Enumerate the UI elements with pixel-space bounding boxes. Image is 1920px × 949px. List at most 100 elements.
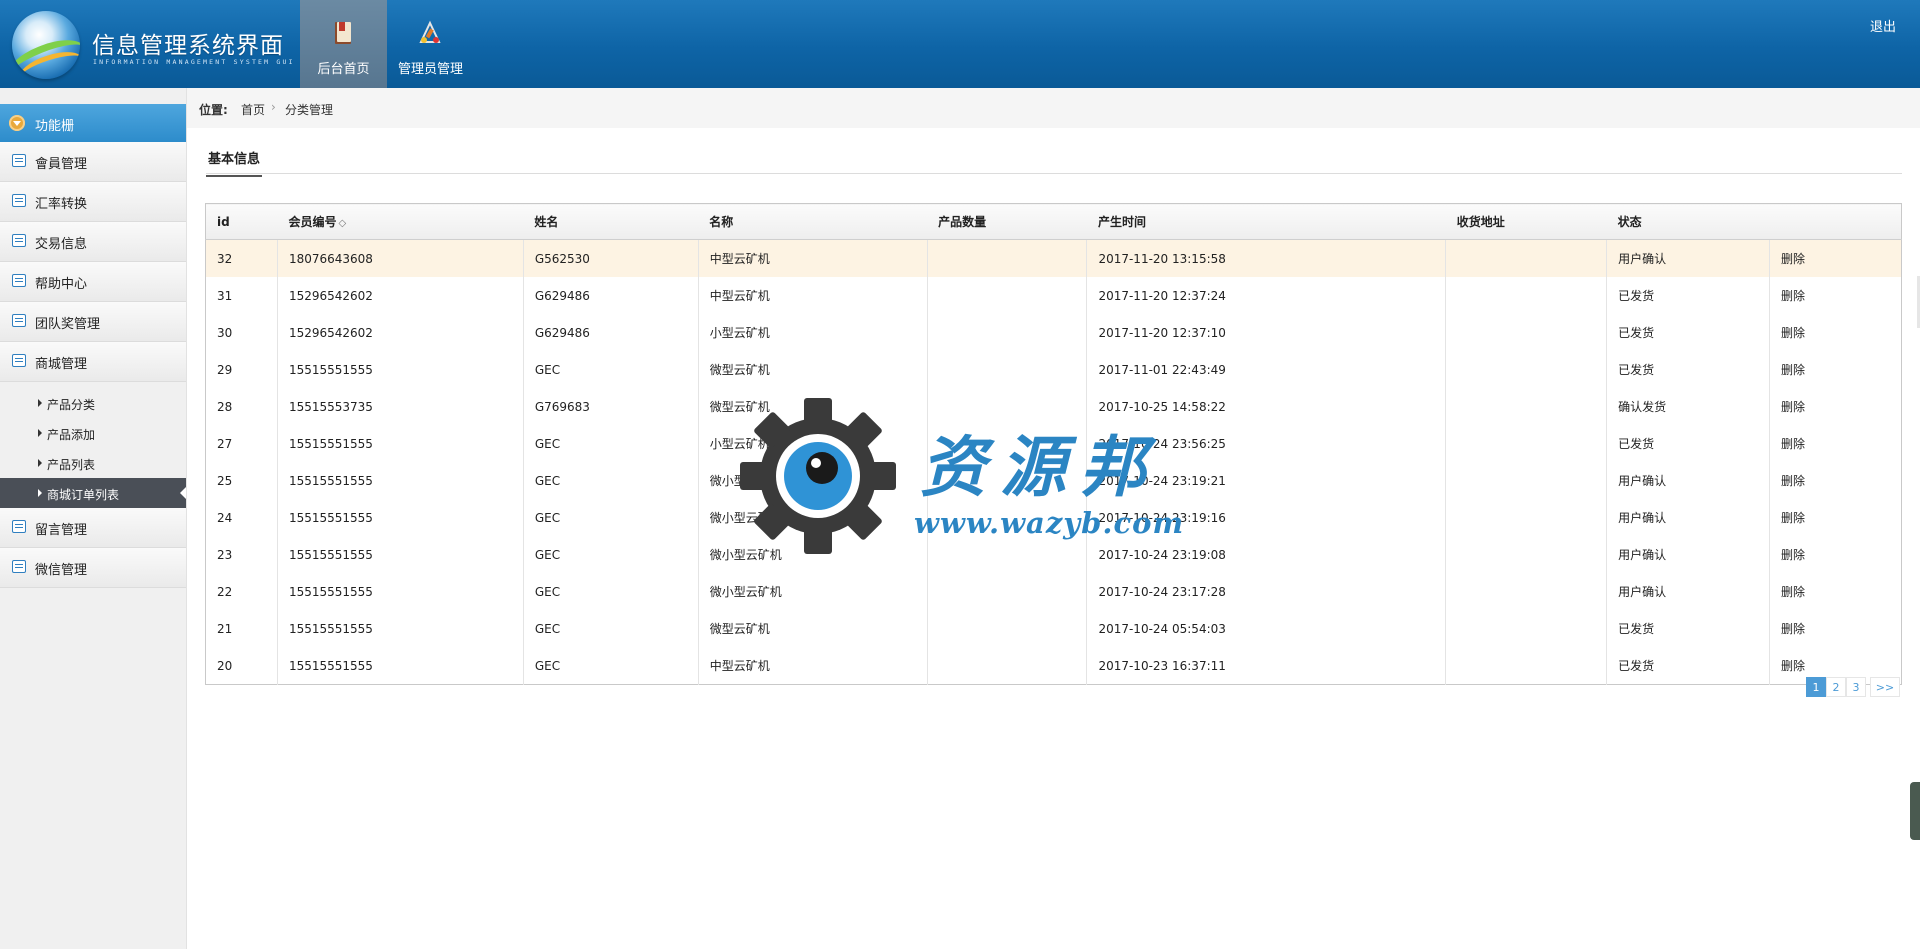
- table-row: 30 15296542602 G629486 小型云矿机 2017-11-20 12:3…: [206, 314, 1902, 351]
- table-row: 29 15515551555 GEC 微型云矿机 2017-11-01 22:43:49…: [206, 351, 1902, 388]
- cell-time: 2017-10-25 14:58:22: [1086, 388, 1446, 425]
- submenu-item-mall-orders[interactable]: 商城订单列表: [0, 478, 186, 508]
- cell-qty: [926, 573, 1087, 610]
- sidebar-item-transactions[interactable]: 交易信息: [0, 222, 186, 262]
- col-header-status: 状态: [1606, 203, 1770, 240]
- table-row: 23 15515551555 GEC 微小型云矿机 2017-10-24 23:19:0…: [206, 536, 1902, 573]
- topnav-home[interactable]: 后台首页: [300, 0, 387, 88]
- delete-link[interactable]: 删除: [1769, 277, 1902, 314]
- submenu-item-product-add[interactable]: 产品添加: [0, 418, 186, 448]
- cell-name: G562530: [522, 239, 699, 277]
- cell-product: 微小型云矿机: [697, 536, 928, 573]
- submenu-item-product-list[interactable]: 产品列表: [0, 448, 186, 478]
- cell-qty: [926, 462, 1087, 499]
- breadcrumb-label: 位置:: [199, 103, 228, 117]
- cell-name: GEC: [522, 647, 699, 685]
- cell-status: 用户确认: [1606, 499, 1770, 536]
- admin-tools-icon: [419, 20, 441, 43]
- delete-link[interactable]: 删除: [1769, 610, 1902, 647]
- cell-status: 已发货: [1606, 425, 1770, 462]
- cell-qty: [926, 647, 1087, 685]
- cell-member: 15515553735: [276, 388, 524, 425]
- cell-time: 2017-10-24 23:56:25: [1086, 425, 1446, 462]
- col-header-member[interactable]: 会员编号 ◇: [277, 203, 524, 240]
- cell-member: 15515551555: [276, 536, 524, 573]
- sidebar-item-mall[interactable]: 商城管理: [0, 342, 186, 382]
- cell-status: 已发货: [1606, 277, 1770, 314]
- page-button-2[interactable]: 2: [1826, 677, 1846, 697]
- sidebar-item-messages[interactable]: 留言管理: [0, 508, 186, 548]
- cell-status: 用户确认: [1606, 239, 1770, 277]
- app-title: 信息管理系统界面: [92, 33, 284, 59]
- delete-link[interactable]: 删除: [1769, 573, 1902, 610]
- delete-link[interactable]: 删除: [1769, 239, 1902, 277]
- cell-member: 15296542602: [276, 314, 524, 351]
- cell-product: 中型云矿机: [697, 239, 928, 277]
- breadcrumb-home-link[interactable]: 首页: [241, 101, 265, 118]
- cell-id: 30: [217, 325, 233, 340]
- table-row: 22 15515551555 GEC 微小型云矿机 2017-10-24 23:17:2…: [206, 573, 1902, 610]
- caret-right-icon: [38, 489, 42, 497]
- submenu-item-product-category[interactable]: 产品分类: [0, 388, 186, 418]
- cell-status: 用户确认: [1606, 573, 1770, 610]
- submenu-item-label: 产品分类: [47, 398, 96, 412]
- delete-link[interactable]: 删除: [1769, 462, 1902, 499]
- cell-time: 2017-11-20 13:15:58: [1086, 239, 1446, 277]
- delete-link[interactable]: 删除: [1769, 425, 1902, 462]
- table-row: 32 18076643608 G562530 中型云矿机 2017-11-20 13:1…: [205, 239, 1902, 277]
- table-header-row: id 会员编号 ◇ 姓名 名称 产品数量 产生时间 收货地址 状态: [205, 203, 1902, 240]
- delete-link[interactable]: 删除: [1769, 388, 1902, 425]
- delete-link[interactable]: 删除: [1769, 499, 1902, 536]
- col-header-action: [1769, 203, 1902, 240]
- cell-address: [1445, 314, 1607, 351]
- side-float-tab[interactable]: [1910, 782, 1920, 840]
- sidebar-header-label: 功能栅: [35, 119, 75, 134]
- page-button-1[interactable]: 1: [1806, 677, 1826, 697]
- col-header-member-label: 会员编号: [288, 215, 337, 229]
- calendar-icon: [12, 354, 26, 367]
- table-row: 21 15515551555 GEC 微型云矿机 2017-10-24 05:54:03…: [206, 610, 1902, 647]
- table-body: 32 18076643608 G562530 中型云矿机 2017-11-20 13:1…: [205, 239, 1902, 685]
- sidebar-item-members[interactable]: 會員管理: [0, 142, 186, 182]
- cell-name: GEC: [522, 462, 699, 499]
- cell-address: [1445, 536, 1607, 573]
- delete-link[interactable]: 删除: [1769, 351, 1902, 388]
- logout-link[interactable]: 退出: [1870, 16, 1896, 35]
- cell-qty: [926, 239, 1087, 277]
- sidebar-item-team-bonus[interactable]: 团队奖管理: [0, 302, 186, 342]
- delete-link[interactable]: 删除: [1769, 536, 1902, 573]
- sidebar-item-wechat[interactable]: 微信管理: [0, 548, 186, 588]
- sort-icon[interactable]: ◇: [338, 218, 346, 229]
- logo-globe-icon: [12, 11, 80, 79]
- cell-status: 已发货: [1606, 314, 1770, 351]
- page-button-3[interactable]: 3: [1846, 677, 1866, 697]
- list-icon: [12, 234, 26, 247]
- cell-id: 28: [217, 399, 233, 414]
- chat-icon: [12, 194, 26, 207]
- delete-link[interactable]: 删除: [1769, 314, 1902, 351]
- sidebar-item-exchange-rate[interactable]: 汇率转换: [0, 182, 186, 222]
- cell-address: [1445, 351, 1607, 388]
- cell-status: 已发货: [1606, 351, 1770, 388]
- cell-time: 2017-10-24 23:19:16: [1086, 499, 1446, 536]
- cell-name: G629486: [522, 277, 699, 314]
- cell-qty: [926, 425, 1087, 462]
- sidebar-header[interactable]: 功能栅: [0, 104, 186, 142]
- page-next-button[interactable]: >>: [1870, 677, 1900, 697]
- breadcrumb-current[interactable]: 分类管理: [285, 101, 333, 118]
- table-row: 28 15515553735 G769683 微型云矿机 2017-10-25 14:5…: [206, 388, 1902, 425]
- cell-status: 用户确认: [1606, 462, 1770, 499]
- topnav-admin[interactable]: 管理员管理: [387, 0, 474, 88]
- edit-icon: [12, 520, 26, 533]
- mall-submenu: 产品分类 产品添加 产品列表 商城订单列表: [0, 382, 186, 508]
- cell-time: 2017-10-24 23:17:28: [1086, 573, 1446, 610]
- cell-name: GEC: [522, 610, 699, 647]
- cell-id: 24: [217, 510, 233, 525]
- cell-name: GEC: [522, 499, 699, 536]
- cell-id: 21: [217, 621, 233, 636]
- sidebar-item-help-center[interactable]: 帮助中心: [0, 262, 186, 302]
- cell-qty: [926, 314, 1087, 351]
- submenu-item-label: 商城订单列表: [47, 488, 120, 502]
- list-icon: [12, 154, 26, 167]
- cell-time: 2017-11-20 12:37:24: [1086, 277, 1446, 314]
